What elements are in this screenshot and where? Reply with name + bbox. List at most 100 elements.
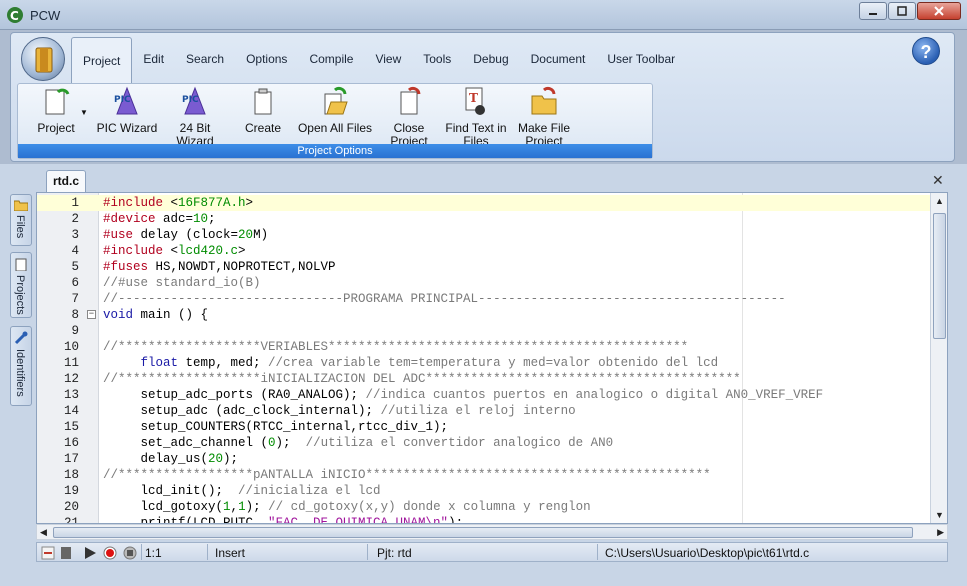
line-number: 15 (63, 420, 79, 434)
code-line[interactable]: 9 (37, 323, 931, 339)
line-number: 4 (71, 244, 79, 258)
line-number: 1 (71, 196, 79, 210)
make-file-project-button[interactable]: Make File Project (512, 86, 576, 148)
close-project-icon (400, 86, 421, 115)
project-button[interactable]: Project ▼ (26, 86, 88, 135)
code-line[interactable]: 12 //*******************iNICIALIZACION DE… (37, 371, 931, 387)
line-number: 7 (71, 292, 79, 306)
scroll-down-icon[interactable]: ▼ (935, 510, 944, 520)
code-line[interactable]: 17 delay_us(20); (37, 451, 931, 467)
dropdown-arrow-icon[interactable]: ▼ (80, 106, 88, 119)
open-all-files-icon (324, 86, 348, 115)
code-line[interactable]: 2 #device adc=10; (37, 211, 931, 227)
project-name: Pjt: rtd (377, 546, 412, 560)
tab-debug[interactable]: Debug (462, 48, 519, 78)
tab-options[interactable]: Options (235, 48, 298, 78)
project-icon (45, 88, 70, 115)
minus-icon[interactable] (41, 546, 55, 560)
line-number: 10 (63, 340, 79, 354)
svg-text:PIC: PIC (182, 95, 199, 105)
code-text: delay_us(20); (103, 452, 239, 466)
help-button[interactable]: ? (912, 37, 940, 65)
line-number: 5 (71, 260, 79, 274)
scroll-left-icon[interactable]: ◀ (40, 527, 47, 538)
close-button[interactable] (917, 2, 961, 20)
tab-user-toolbar[interactable]: User Toolbar (596, 48, 686, 78)
code-line[interactable]: 8− void main () { (37, 307, 931, 323)
vertical-scrollbar[interactable]: ▲ ▼ (930, 193, 947, 523)
code-line[interactable]: 19 lcd_init(); //inicializa el lcd (37, 483, 931, 499)
vertical-scroll-thumb[interactable] (933, 213, 946, 339)
close-project-button[interactable]: Close Project (374, 86, 444, 148)
code-line[interactable]: 3 #use delay (clock=20M) (37, 227, 931, 243)
code-text: set_adc_channel (0); //utiliza el conver… (103, 436, 614, 450)
record-icon[interactable] (103, 546, 117, 560)
line-number: 6 (71, 276, 79, 290)
identifier-wrench-icon (14, 331, 28, 345)
code-line[interactable]: 18 //******************pANTALLA iNICIO***… (37, 467, 931, 483)
tab-document[interactable]: Document (520, 48, 597, 78)
code-text: //------------------------------PROGRAMA… (103, 292, 786, 306)
scroll-up-icon[interactable]: ▲ (935, 196, 944, 206)
horizontal-scrollbar[interactable]: ◀ ▶ (36, 524, 948, 540)
cursor-position: 1:1 (145, 546, 162, 560)
code-editor[interactable]: 1 #include <16F877A.h> 2 #device adc=10; 3 #u… (36, 192, 948, 524)
window-title: PCW (30, 8, 61, 23)
find-text-in-files-button[interactable]: T Find Text in Files (444, 86, 508, 148)
stop-icon[interactable] (123, 546, 137, 560)
pic-wizard-icon: PIC (114, 86, 138, 115)
code-line[interactable]: 4 #include <lcd420.c> (37, 243, 931, 259)
code-line[interactable]: 1 #include <16F877A.h> (37, 195, 931, 211)
horizontal-scroll-thumb[interactable] (53, 527, 913, 538)
code-text: //#use standard_io(B) (103, 276, 261, 290)
line-number: 19 (63, 484, 79, 498)
play-icon[interactable] (83, 546, 97, 560)
close-document-icon[interactable]: ✕ (932, 172, 944, 189)
create-button[interactable]: Create (236, 86, 290, 135)
pic-wizard-button[interactable]: PIC PIC Wizard (94, 86, 160, 135)
make-file-project-icon (531, 86, 557, 115)
scroll-right-icon[interactable]: ▶ (937, 527, 944, 538)
open-all-files-button[interactable]: Open All Files (296, 86, 374, 135)
side-tab-projects[interactable]: Projects (10, 252, 32, 318)
application-menu-button[interactable] (21, 37, 65, 81)
folder-book-icon (35, 47, 53, 73)
document-tab-rtd[interactable]: rtd.c (46, 170, 86, 192)
line-number: 2 (71, 212, 79, 226)
code-line[interactable]: 10 //*******************VERIABLES********… (37, 339, 931, 355)
line-number: 17 (63, 452, 79, 466)
bookmark-icon[interactable] (59, 546, 73, 560)
pic-wizard-label: PIC Wizard (96, 121, 158, 135)
tab-project[interactable]: Project (71, 37, 133, 83)
line-number: 14 (63, 404, 79, 418)
code-text: #include <16F877A.h> (103, 196, 254, 210)
code-text: lcd_gotoxy(1,1); // cd_gotoxy(x,y) donde… (103, 500, 591, 514)
code-line[interactable]: 20 lcd_gotoxy(1,1); // cd_gotoxy(x,y) do… (37, 499, 931, 515)
code-line[interactable]: 16 set_adc_channel (0); //utiliza el con… (37, 435, 931, 451)
line-number: 16 (63, 436, 79, 450)
code-line[interactable]: 15 setup_COUNTERS(RTCC_internal,rtcc_div… (37, 419, 931, 435)
code-text: #fuses HS,NOWDT,NOPROTECT,NOLVP (103, 260, 336, 274)
tab-edit[interactable]: Edit (132, 48, 175, 78)
fold-toggle-icon[interactable]: − (87, 310, 96, 319)
tab-tools[interactable]: Tools (412, 48, 462, 78)
code-line[interactable]: 5 #fuses HS,NOWDT,NOPROTECT,NOLVP (37, 259, 931, 275)
code-line[interactable]: 7 //------------------------------PROGRAM… (37, 291, 931, 307)
side-tab-identifiers[interactable]: Identifiers (10, 326, 32, 406)
code-text: //******************pANTALLA iNICIO*****… (103, 468, 711, 482)
code-line[interactable]: 21 printf(LCD_PUTC, "FAC. DE QUIMICA UNA… (37, 515, 931, 523)
24-bit-wizard-button[interactable]: PIC 24 Bit Wizard (160, 86, 230, 148)
tab-compile[interactable]: Compile (298, 48, 364, 78)
maximize-button[interactable] (888, 2, 916, 20)
code-line[interactable]: 11 float temp, med; //crea variable tem=… (37, 355, 931, 371)
minimize-button[interactable] (859, 2, 887, 20)
tab-search[interactable]: Search (175, 48, 235, 78)
side-tab-files[interactable]: Files (10, 194, 32, 246)
code-text: setup_adc_ports (RA0_ANALOG); //indica c… (103, 388, 824, 402)
pcw-app-icon[interactable]: C (6, 6, 24, 24)
tab-view[interactable]: View (364, 48, 412, 78)
code-line[interactable]: 14 setup_adc (adc_clock_internal); //uti… (37, 403, 931, 419)
code-line[interactable]: 6 //#use standard_io(B) (37, 275, 931, 291)
side-tab-files-label: Files (14, 215, 26, 239)
code-line[interactable]: 13 setup_adc_ports (RA0_ANALOG); //indic… (37, 387, 931, 403)
